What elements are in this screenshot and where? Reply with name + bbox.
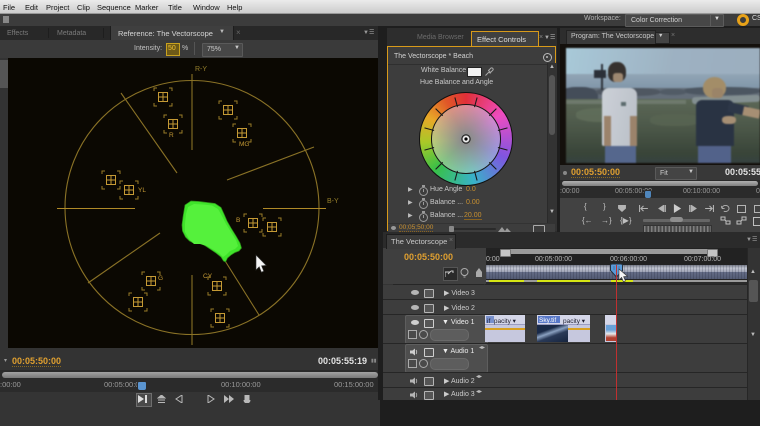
svg-text:R: R — [169, 132, 174, 139]
svg-text:MG: MG — [239, 141, 249, 148]
svg-text:R-Y: R-Y — [195, 66, 207, 73]
svg-text:CY: CY — [203, 273, 213, 280]
svg-text:YL: YL — [138, 187, 146, 194]
svg-text:B-Y: B-Y — [327, 198, 339, 205]
svg-text:B: B — [236, 217, 240, 224]
svg-text:G: G — [158, 275, 163, 282]
